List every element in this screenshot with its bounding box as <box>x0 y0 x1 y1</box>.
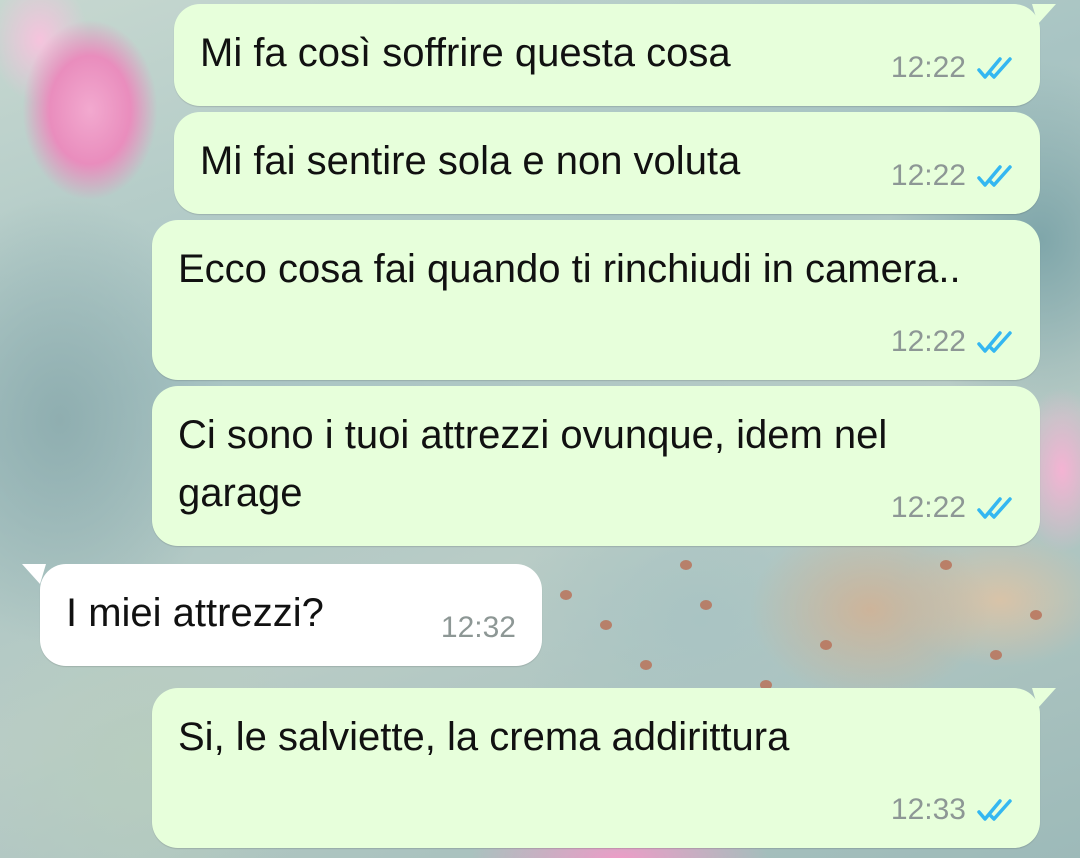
message-meta: 12:22 <box>891 488 1020 528</box>
double-check-read-icon <box>977 165 1012 187</box>
bubble-tail <box>1032 4 1056 24</box>
message-text: Si, le salviette, la crema addirittura <box>178 715 790 759</box>
bubble-tail <box>22 564 46 584</box>
message-meta: 12:22 <box>891 322 1020 362</box>
message-time: 12:32 <box>440 611 516 644</box>
incoming-message[interactable]: I miei attrezzi? 12:32 <box>22 564 542 666</box>
message-time: 12:22 <box>890 491 966 524</box>
double-check-read-icon <box>977 497 1012 519</box>
message-text: Ci sono i tuoi attrezzi ovunque, idem ne… <box>178 413 899 515</box>
message-text: Ecco cosa fai quando ti rinchiudi in cam… <box>178 247 961 291</box>
message-text: I miei attrezzi? <box>66 591 324 635</box>
double-check-read-icon <box>977 799 1012 821</box>
message-meta: 12:22 <box>891 156 1020 196</box>
outgoing-message[interactable]: Si, le salviette, la crema addirittura 1… <box>152 688 1056 848</box>
double-check-read-icon <box>977 331 1012 353</box>
message-list[interactable]: Mi fa così soffrire questa cosa 12:22 Mi… <box>0 0 1080 858</box>
message-meta: 12:32 <box>441 608 516 648</box>
message-text: Mi fai sentire sola e non voluta <box>200 139 741 183</box>
message-meta: 12:22 <box>891 48 1020 88</box>
message-time: 12:33 <box>890 793 966 826</box>
message-time: 12:22 <box>890 325 966 358</box>
outgoing-message[interactable]: Ecco cosa fai quando ti rinchiudi in cam… <box>152 220 1040 380</box>
message-time: 12:22 <box>890 51 966 84</box>
bubble-tail <box>1032 688 1056 708</box>
double-check-read-icon <box>977 57 1012 79</box>
outgoing-message[interactable]: Mi fai sentire sola e non voluta 12:22 <box>174 112 1040 214</box>
outgoing-message[interactable]: Mi fa così soffrire questa cosa 12:22 <box>174 4 1056 106</box>
message-meta: 12:33 <box>891 790 1020 830</box>
message-text: Mi fa così soffrire questa cosa <box>200 31 731 75</box>
outgoing-message[interactable]: Ci sono i tuoi attrezzi ovunque, idem ne… <box>152 386 1040 546</box>
message-time: 12:22 <box>890 159 966 192</box>
